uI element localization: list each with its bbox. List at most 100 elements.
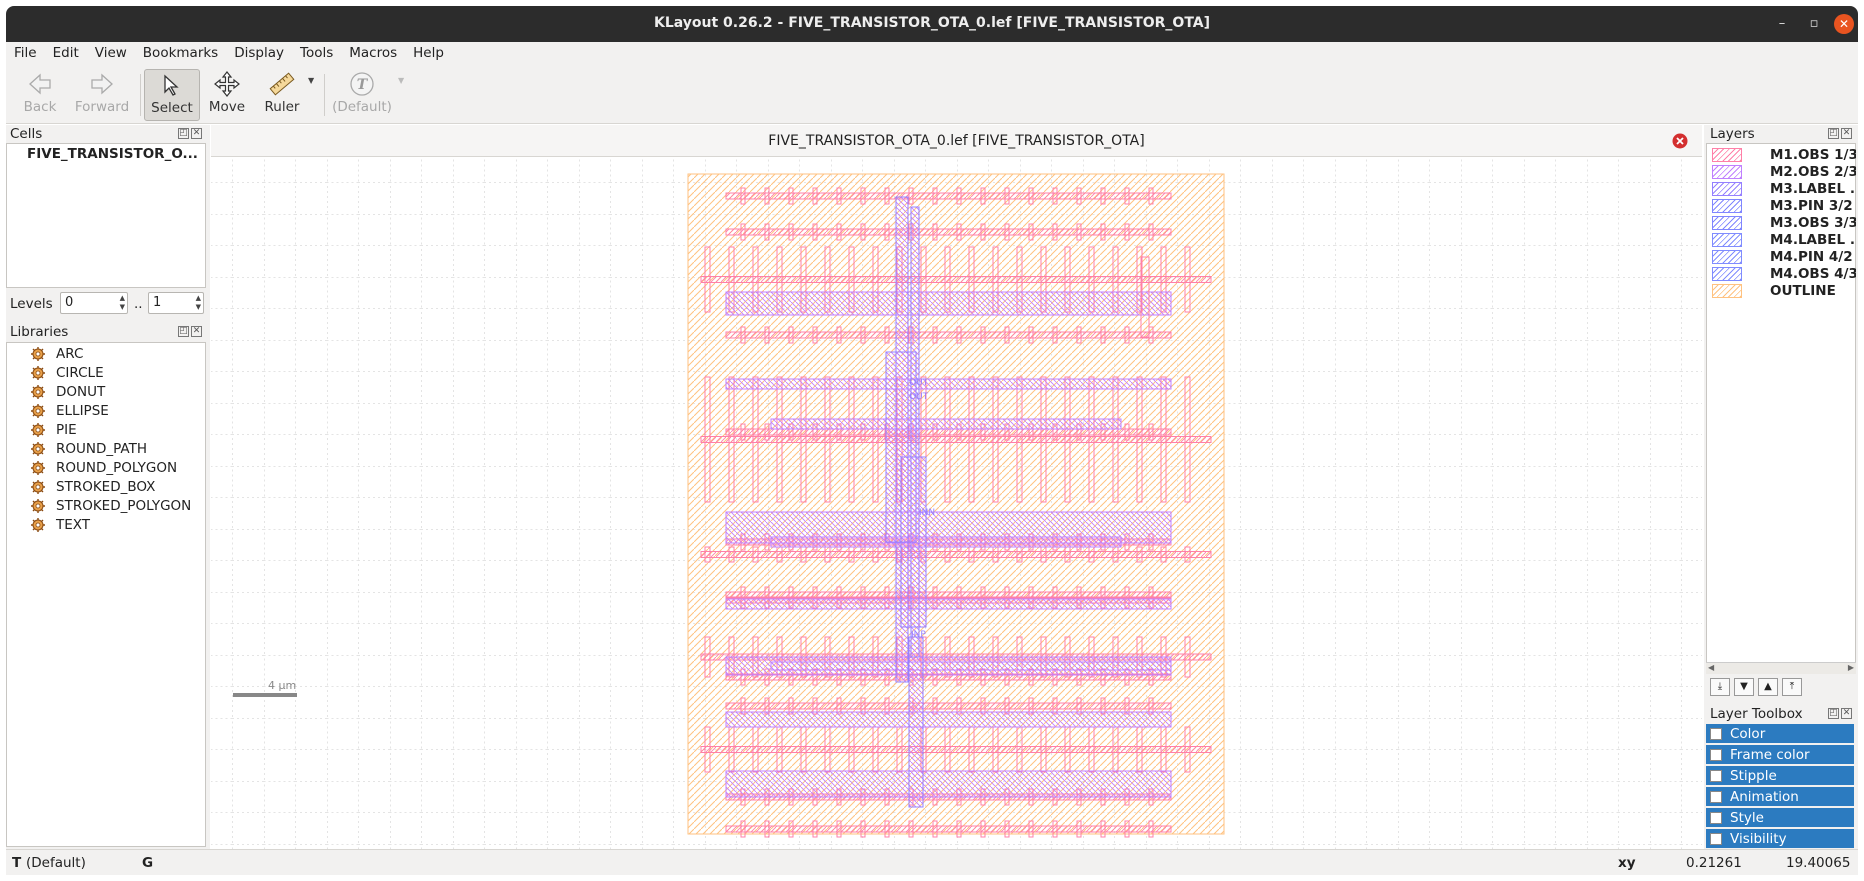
layer-row[interactable]: OUTLINE bbox=[1712, 282, 1856, 299]
levels-from-value: 0 bbox=[65, 295, 74, 310]
scale-label: 4 µm bbox=[268, 679, 296, 692]
expand-checkbox[interactable] bbox=[1710, 811, 1722, 824]
layer-row[interactable]: M4.OBS 4/3 bbox=[1712, 265, 1856, 282]
levels-separator: .. bbox=[134, 296, 143, 312]
move-to-bottom-icon[interactable]: ⤓ bbox=[1710, 678, 1730, 696]
cell-tree[interactable]: FIVE_TRANSISTOR_O... bbox=[6, 143, 206, 288]
layer-swatch-icon bbox=[1712, 232, 1742, 247]
layer-row[interactable]: M4.LABEL ... bbox=[1712, 231, 1856, 248]
move-arrows-icon bbox=[214, 71, 240, 97]
library-item[interactable]: STROKED_BOX bbox=[30, 479, 155, 495]
menu-view[interactable]: View bbox=[87, 42, 135, 61]
toolbox-section[interactable]: Color bbox=[1706, 724, 1854, 743]
close-button[interactable]: ✕ bbox=[1834, 14, 1854, 34]
layer-row[interactable]: M4.PIN 4/2 bbox=[1712, 248, 1856, 265]
libraries-dock-buttons[interactable]: ◰ ✕ bbox=[176, 326, 202, 337]
toolbar: Back Forward Select Move Ruler ▼ T (Defa… bbox=[6, 66, 1858, 124]
library-item[interactable]: CIRCLE bbox=[30, 365, 104, 381]
move-to-top-icon[interactable]: ⤒ bbox=[1782, 678, 1802, 696]
layer-row[interactable]: M3.LABEL ... bbox=[1712, 180, 1856, 197]
layer-row[interactable]: M3.PIN 3/2 bbox=[1712, 197, 1856, 214]
m2-strap bbox=[770, 536, 1122, 548]
forward-label: Forward bbox=[74, 99, 130, 115]
back-button[interactable]: Back bbox=[12, 69, 68, 121]
toolbox-section[interactable]: Style bbox=[1706, 808, 1854, 827]
menu-display[interactable]: Display bbox=[226, 42, 292, 61]
layer-toolbox-title: Layer Toolbox bbox=[1710, 706, 1803, 722]
spin-arrows-icon[interactable]: ▲ ▼ bbox=[196, 294, 201, 312]
layer-row[interactable]: M3.OBS 3/3 bbox=[1712, 214, 1856, 231]
expand-checkbox[interactable] bbox=[1710, 790, 1722, 803]
layer-row[interactable]: M2.OBS 2/3 bbox=[1712, 163, 1856, 180]
m3-column bbox=[908, 636, 924, 808]
library-item-label: PIE bbox=[56, 422, 77, 438]
library-item[interactable]: ROUND_PATH bbox=[30, 441, 147, 457]
text-default-button[interactable]: T (Default) bbox=[328, 69, 396, 121]
cursor-icon bbox=[164, 74, 179, 96]
status-xy-label: xy bbox=[1618, 855, 1636, 871]
ruler-dropdown-icon[interactable]: ▼ bbox=[308, 76, 314, 85]
pin-label: OUT bbox=[909, 392, 929, 402]
move-down-icon[interactable]: ▼ bbox=[1734, 678, 1754, 696]
toolbox-section[interactable]: Animation bbox=[1706, 787, 1854, 806]
menu-bookmarks[interactable]: Bookmarks bbox=[135, 42, 226, 61]
layers-dock-buttons[interactable]: ◰ ✕ bbox=[1826, 128, 1852, 139]
library-item[interactable]: PIE bbox=[30, 422, 77, 438]
toolbox-section[interactable]: Visibility bbox=[1706, 829, 1854, 848]
layout-canvas[interactable]: OUT OUT INN INP 4 µm bbox=[211, 157, 1702, 849]
layer-swatch-icon bbox=[1712, 147, 1742, 162]
library-item[interactable]: ELLIPSE bbox=[30, 403, 109, 419]
select-button[interactable]: Select bbox=[144, 69, 200, 121]
cells-dock-buttons[interactable]: ◰ ✕ bbox=[176, 128, 202, 139]
m2-strap bbox=[725, 770, 1172, 798]
m2-strap bbox=[725, 378, 1172, 390]
library-item[interactable]: ARC bbox=[30, 346, 83, 362]
toolbox-section-label: Frame color bbox=[1730, 746, 1810, 763]
expand-checkbox[interactable] bbox=[1710, 769, 1722, 782]
layout-tab[interactable]: FIVE_TRANSISTOR_OTA_0.lef [FIVE_TRANSIST… bbox=[211, 125, 1702, 157]
layer-name: M2.OBS 2/3 bbox=[1770, 163, 1856, 180]
cell-item[interactable]: FIVE_TRANSISTOR_O... bbox=[27, 146, 198, 162]
forward-button[interactable]: Forward bbox=[68, 69, 136, 121]
cell-library-icon bbox=[31, 518, 45, 532]
levels-from-input[interactable]: 0 ▲ ▼ bbox=[60, 292, 128, 314]
library-item-label: ROUND_PATH bbox=[56, 441, 147, 457]
status-mode: T bbox=[12, 855, 22, 871]
window-title: KLayout 0.26.2 - FIVE_TRANSISTOR_OTA_0.l… bbox=[653, 15, 1211, 31]
library-item-label: STROKED_BOX bbox=[56, 479, 156, 495]
layer-name: M4.OBS 4/3 bbox=[1770, 265, 1856, 282]
toolbox-dock-buttons[interactable]: ◰ ✕ bbox=[1826, 708, 1852, 719]
menu-macros[interactable]: Macros bbox=[341, 42, 405, 61]
library-item[interactable]: STROKED_POLYGON bbox=[30, 498, 191, 514]
library-item[interactable]: DONUT bbox=[30, 384, 105, 400]
minimize-button[interactable]: – bbox=[1772, 14, 1792, 34]
menu-file[interactable]: File bbox=[6, 42, 45, 61]
menu-edit[interactable]: Edit bbox=[45, 42, 87, 61]
text-dropdown-icon[interactable]: ▼ bbox=[398, 76, 404, 85]
status-x-value: 0.21261 bbox=[1686, 855, 1742, 871]
toolbox-section[interactable]: Frame color bbox=[1706, 745, 1854, 764]
levels-to-input[interactable]: 1 ▲ ▼ bbox=[148, 292, 204, 314]
libraries-title: Libraries bbox=[10, 324, 69, 340]
m1-bus bbox=[700, 746, 1212, 753]
layer-swatch-icon bbox=[1712, 215, 1742, 230]
expand-checkbox[interactable] bbox=[1710, 727, 1722, 740]
layer-row[interactable]: M1.OBS 1/3 bbox=[1712, 146, 1856, 163]
layer-swatch-icon bbox=[1712, 266, 1742, 281]
menu-help[interactable]: Help bbox=[405, 42, 452, 61]
library-item[interactable]: ROUND_POLYGON bbox=[30, 460, 177, 476]
library-item[interactable]: TEXT bbox=[30, 517, 90, 533]
spin-arrows-icon[interactable]: ▲ ▼ bbox=[120, 294, 125, 312]
move-button[interactable]: Move bbox=[202, 69, 252, 121]
move-up-icon[interactable]: ▲ bbox=[1758, 678, 1778, 696]
toolbox-section[interactable]: Stipple bbox=[1706, 766, 1854, 785]
close-view-icon[interactable] bbox=[1672, 133, 1688, 149]
menu-tools[interactable]: Tools bbox=[292, 42, 341, 61]
ruler-button[interactable]: Ruler bbox=[254, 69, 310, 121]
maximize-button[interactable]: ▫ bbox=[1804, 14, 1824, 34]
layer-scrollbar[interactable]: ◀ ▶ bbox=[1706, 662, 1856, 674]
expand-checkbox[interactable] bbox=[1710, 832, 1722, 845]
expand-checkbox[interactable] bbox=[1710, 748, 1722, 761]
move-label: Move bbox=[208, 99, 246, 115]
library-item-label: DONUT bbox=[56, 384, 106, 400]
